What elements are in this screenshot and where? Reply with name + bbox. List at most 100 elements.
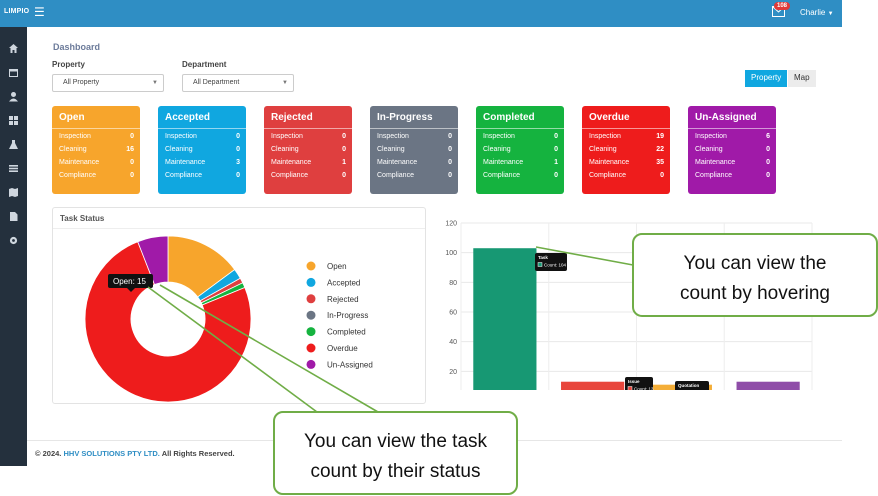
card-title: Rejected bbox=[271, 112, 313, 123]
status-card-overdue[interactable]: Overdue Inspection 19 Cleaning 22 Maintenance… bbox=[582, 106, 670, 194]
card-row-cleaning[interactable]: Cleaning 0 bbox=[483, 146, 558, 153]
footer-prefix: © 2024. bbox=[35, 449, 62, 458]
card-row-inspection[interactable]: Inspection 0 bbox=[165, 133, 240, 140]
card-row-label: Maintenance bbox=[695, 159, 736, 166]
card-row-cleaning[interactable]: Cleaning 0 bbox=[271, 146, 346, 153]
calendar-icon[interactable] bbox=[8, 67, 19, 78]
legend-label[interactable]: Completed bbox=[327, 328, 366, 337]
flask-icon[interactable] bbox=[8, 139, 19, 150]
card-row-cleaning[interactable]: Cleaning 0 bbox=[377, 146, 452, 153]
card-row-label: Cleaning bbox=[589, 146, 617, 153]
bar-tooltip-title: Task bbox=[538, 255, 548, 260]
card-title: In-Progress bbox=[377, 112, 433, 123]
card-row-value: 3 bbox=[236, 159, 240, 166]
legend-label[interactable]: Rejected bbox=[327, 295, 359, 304]
card-row-cleaning[interactable]: Cleaning 0 bbox=[695, 146, 770, 153]
card-row-cleaning[interactable]: Cleaning 16 bbox=[59, 146, 134, 153]
card-title: Un-Assigned bbox=[695, 112, 757, 123]
bar-invoice[interactable] bbox=[736, 381, 800, 390]
card-row-label: Cleaning bbox=[59, 146, 87, 153]
card-row-label: Maintenance bbox=[165, 159, 206, 166]
tooltip-swatch bbox=[627, 386, 633, 390]
property-view-button[interactable]: Property bbox=[745, 70, 788, 87]
card-row-maintenance[interactable]: Maintenance 1 bbox=[271, 159, 346, 166]
card-row-inspection[interactable]: Inspection 0 bbox=[483, 133, 558, 140]
footer-company-link[interactable]: HHV SOLUTIONS PTY LTD. bbox=[63, 449, 159, 458]
card-row-value: 0 bbox=[130, 133, 134, 140]
gear-icon[interactable] bbox=[8, 235, 19, 246]
list-icon[interactable] bbox=[8, 163, 19, 174]
card-row-compliance[interactable]: Compliance 0 bbox=[377, 172, 452, 179]
caret-down-icon: ▼ bbox=[827, 11, 834, 17]
card-row-label: Maintenance bbox=[59, 159, 100, 166]
card-row-label: Compliance bbox=[377, 172, 414, 179]
card-row-inspection[interactable]: Inspection 0 bbox=[377, 133, 452, 140]
home-icon[interactable] bbox=[8, 43, 19, 54]
card-row-maintenance[interactable]: Maintenance 1 bbox=[483, 159, 558, 166]
legend-label[interactable]: Accepted bbox=[327, 278, 360, 287]
card-row-value: 1 bbox=[342, 159, 346, 166]
user-icon[interactable] bbox=[8, 91, 19, 102]
card-row-value: 0 bbox=[766, 146, 770, 153]
chevron-down-icon: ▼ bbox=[282, 80, 288, 86]
bar-issue[interactable] bbox=[561, 381, 625, 390]
status-card-un-assigned[interactable]: Un-Assigned Inspection 6 Cleaning 0 Maintenan… bbox=[688, 106, 776, 194]
bar-tooltip-title: Quotation bbox=[678, 383, 699, 388]
card-row-value: 6 bbox=[766, 133, 770, 140]
sidebar bbox=[0, 27, 27, 466]
card-row-label: Compliance bbox=[165, 172, 202, 179]
map-view-button[interactable]: Map bbox=[788, 70, 816, 87]
status-card-rejected[interactable]: Rejected Inspection 0 Cleaning 0 Maintenance 1… bbox=[264, 106, 352, 194]
map-icon[interactable] bbox=[8, 187, 19, 198]
property-select[interactable]: All Property ▼ bbox=[52, 74, 164, 92]
status-card-accepted[interactable]: Accepted Inspection 0 Cleaning 0 Maintenance 3… bbox=[158, 106, 246, 194]
department-filter-label: Department bbox=[182, 60, 227, 69]
legend-label[interactable]: Un-Assigned bbox=[327, 360, 373, 369]
document-icon[interactable] bbox=[8, 211, 19, 222]
card-row-maintenance[interactable]: Maintenance 0 bbox=[59, 159, 134, 166]
card-row-label: Cleaning bbox=[165, 146, 193, 153]
card-row-inspection[interactable]: Inspection 0 bbox=[59, 133, 134, 140]
card-row-inspection[interactable]: Inspection 0 bbox=[271, 133, 346, 140]
department-select[interactable]: All Department ▼ bbox=[182, 74, 294, 92]
property-filter-label: Property bbox=[52, 60, 85, 69]
card-row-maintenance[interactable]: Maintenance 0 bbox=[377, 159, 452, 166]
card-row-compliance[interactable]: Compliance 0 bbox=[59, 172, 134, 179]
card-row-value: 0 bbox=[448, 133, 452, 140]
card-row-maintenance[interactable]: Maintenance 0 bbox=[695, 159, 770, 166]
menu-toggle-icon[interactable]: ☰ bbox=[34, 5, 45, 19]
card-row-compliance[interactable]: Compliance 0 bbox=[165, 172, 240, 179]
card-row-value: 0 bbox=[236, 146, 240, 153]
card-row-compliance[interactable]: Compliance 0 bbox=[695, 172, 770, 179]
legend-swatch bbox=[306, 310, 316, 320]
card-row-value: 0 bbox=[130, 159, 134, 166]
card-row-maintenance[interactable]: Maintenance 35 bbox=[589, 159, 664, 166]
card-divider bbox=[582, 128, 670, 129]
status-card-completed[interactable]: Completed Inspection 0 Cleaning 0 Maintenance… bbox=[476, 106, 564, 194]
status-card-open[interactable]: Open Inspection 0 Cleaning 16 Maintenance 0 Com… bbox=[52, 106, 140, 194]
card-row-inspection[interactable]: Inspection 19 bbox=[589, 133, 664, 140]
card-row-maintenance[interactable]: Maintenance 3 bbox=[165, 159, 240, 166]
card-row-compliance[interactable]: Compliance 0 bbox=[271, 172, 346, 179]
card-divider bbox=[370, 128, 458, 129]
status-card-in-progress[interactable]: In-Progress Inspection 0 Cleaning 0 Maintenan… bbox=[370, 106, 458, 194]
card-row-compliance[interactable]: Compliance 0 bbox=[589, 172, 664, 179]
card-row-value: 0 bbox=[554, 146, 558, 153]
card-row-label: Inspection bbox=[271, 133, 303, 140]
card-row-cleaning[interactable]: Cleaning 22 bbox=[589, 146, 664, 153]
user-menu[interactable]: Charlie ▼ bbox=[800, 8, 834, 17]
bar-tooltip-label: Count: 13 bbox=[634, 387, 654, 391]
bar-task[interactable] bbox=[473, 248, 537, 390]
legend-label[interactable]: Overdue bbox=[327, 344, 358, 353]
card-row-inspection[interactable]: Inspection 6 bbox=[695, 133, 770, 140]
card-row-compliance[interactable]: Compliance 0 bbox=[483, 172, 558, 179]
grid-icon[interactable] bbox=[8, 115, 19, 126]
y-tick-label: 120 bbox=[445, 221, 457, 228]
footer-suffix: All Rights Reserved. bbox=[161, 449, 235, 458]
card-row-cleaning[interactable]: Cleaning 0 bbox=[165, 146, 240, 153]
card-row-label: Compliance bbox=[483, 172, 520, 179]
legend-label[interactable]: Open bbox=[327, 262, 347, 271]
card-row-value: 0 bbox=[236, 172, 240, 179]
card-row-value: 0 bbox=[342, 172, 346, 179]
legend-label[interactable]: In-Progress bbox=[327, 311, 368, 320]
